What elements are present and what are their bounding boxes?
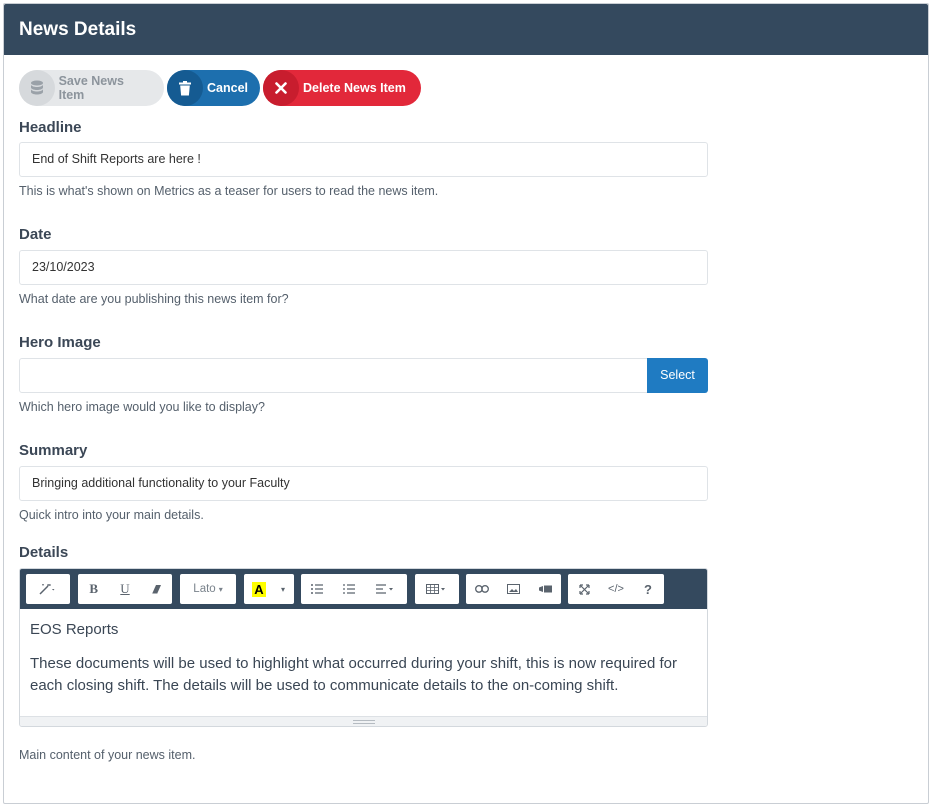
details-help: Main content of your news item. (19, 748, 196, 762)
delete-news-item-button[interactable]: Delete News Item (263, 70, 421, 106)
eraser-icon[interactable] (141, 574, 172, 604)
headline-input[interactable]: End of Shift Reports are here ! (19, 142, 708, 177)
save-label: Save News Item (58, 74, 124, 102)
fullscreen-icon[interactable] (568, 574, 600, 604)
date-help: What date are you publishing this news i… (19, 292, 289, 306)
cancel-label: Cancel (207, 81, 248, 95)
paragraph-group (301, 574, 407, 604)
caret-down-icon: ▾ (218, 584, 223, 594)
delete-label: Delete News Item (303, 81, 406, 95)
summary-label: Summary (19, 442, 88, 459)
cancel-button[interactable]: Cancel (167, 70, 260, 106)
font-style-group: B U (78, 574, 172, 604)
details-label: Details (19, 544, 69, 561)
editor-toolbar: B U Lato ▾ A ▾ </> ? (20, 569, 707, 609)
close-icon (263, 70, 299, 106)
panel-title: News Details (4, 4, 928, 55)
grip-icon (353, 720, 375, 724)
table-icon[interactable] (415, 574, 459, 604)
font-name-dropdown[interactable]: Lato ▾ (180, 574, 236, 604)
highlight-color-icon[interactable]: A (244, 574, 274, 604)
trash-icon (167, 70, 203, 106)
color-dropdown-icon[interactable]: ▾ (274, 574, 292, 604)
headline-help: This is what's shown on Metrics as a tea… (19, 184, 439, 198)
summary-input[interactable]: Bringing additional functionality to you… (19, 466, 708, 501)
database-icon (19, 70, 55, 106)
bold-icon[interactable]: B (78, 574, 109, 604)
video-icon[interactable] (529, 574, 561, 604)
news-details-panel: News Details Save News Item Cancel Delet… (3, 3, 929, 804)
summary-help: Quick intro into your main details. (19, 508, 204, 522)
magic-wand-icon[interactable] (26, 574, 70, 604)
hero-image-input[interactable] (19, 358, 649, 393)
unordered-list-icon[interactable] (301, 574, 333, 604)
headline-label: Headline (19, 119, 82, 136)
hero-image-label: Hero Image (19, 334, 101, 351)
editor-content[interactable]: EOS Reports These documents will be used… (20, 609, 707, 697)
editor-paragraph: These documents will be used to highligh… (30, 655, 677, 694)
font-name-label: Lato (193, 583, 216, 595)
link-icon[interactable] (466, 574, 498, 604)
date-label: Date (19, 226, 52, 243)
picture-icon[interactable] (498, 574, 530, 604)
view-group: </> ? (568, 574, 664, 604)
code-view-icon[interactable]: </> (600, 574, 632, 604)
help-icon[interactable]: ? (632, 574, 664, 604)
align-dropdown-icon[interactable] (365, 574, 407, 604)
insert-group (466, 574, 561, 604)
editor-heading: EOS Reports (30, 621, 119, 638)
editor-resize-handle[interactable] (20, 716, 707, 726)
hero-image-help: Which hero image would you like to displ… (19, 400, 265, 414)
select-hero-image-button[interactable]: Select (647, 358, 708, 393)
color-group: A ▾ (244, 574, 294, 604)
save-news-item-button[interactable]: Save News Item (19, 70, 164, 106)
underline-icon[interactable]: U (109, 574, 140, 604)
ordered-list-icon[interactable] (333, 574, 365, 604)
style-group (26, 574, 70, 604)
details-rich-text-editor: B U Lato ▾ A ▾ </> ? EOS Reports These d… (19, 568, 708, 727)
date-input[interactable]: 23/10/2023 (19, 250, 708, 285)
table-group (415, 574, 459, 604)
